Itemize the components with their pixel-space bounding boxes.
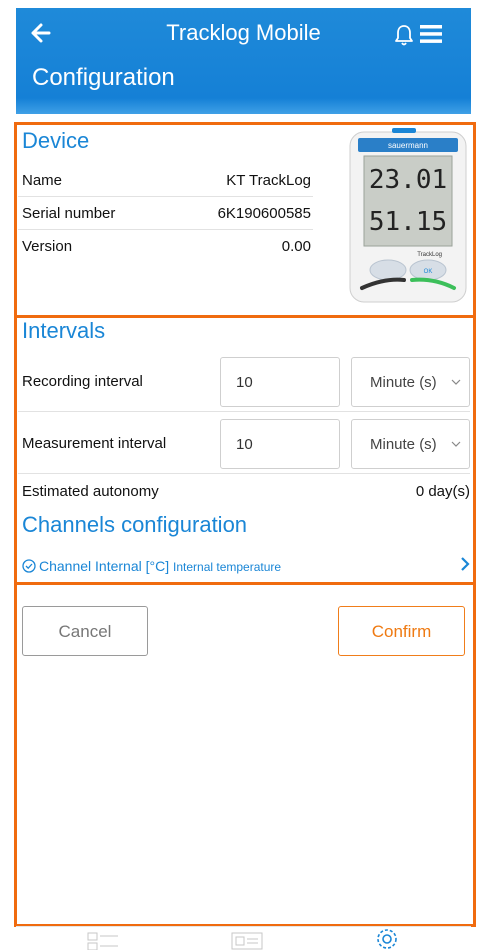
estimated-autonomy-label: Estimated autonomy <box>22 483 159 500</box>
device-name-value: KT TrackLog <box>226 172 311 189</box>
confirm-button[interactable]: Confirm <box>338 606 465 656</box>
version-label: Version <box>22 238 73 255</box>
device-image: sauermann 23.01 51.15 TrackLog OK <box>349 128 467 303</box>
measurement-unit-value: Minute (s) <box>370 436 437 453</box>
serial-number-value: 6K190600585 <box>217 205 311 222</box>
app-header: Tracklog Mobile Configuration <box>16 8 471 114</box>
device-name-label: Name <box>22 172 63 189</box>
measurement-interval-label: Measurement interval <box>22 435 167 452</box>
estimated-autonomy-value: 0 day(s) <box>415 483 470 500</box>
device-brand-text: sauermann <box>388 141 428 150</box>
page-title: Configuration <box>32 64 175 91</box>
cancel-button[interactable]: Cancel <box>22 606 148 656</box>
row-divider <box>18 196 313 197</box>
check-circle-icon <box>22 559 36 573</box>
measurement-interval-input[interactable]: 10 <box>220 419 340 469</box>
device-display-top: 23.01 <box>369 165 447 195</box>
recording-interval-label: Recording interval <box>22 373 143 390</box>
settings-icon[interactable] <box>370 925 404 949</box>
hamburger-menu-icon[interactable] <box>419 24 443 44</box>
list-icon[interactable] <box>86 929 120 950</box>
channel-label: Channel Internal [°C] <box>39 558 170 574</box>
measurement-interval-unit-select[interactable]: Minute (s) <box>351 419 470 469</box>
chevron-right-icon[interactable] <box>460 556 470 572</box>
bottom-tab-bar <box>16 926 471 950</box>
device-model-text: TrackLog <box>417 252 442 258</box>
row-divider <box>18 229 313 230</box>
chevron-down-icon <box>451 441 461 447</box>
device-section-title: Device <box>22 128 90 153</box>
row-divider <box>18 411 470 412</box>
channel-item[interactable]: Channel Internal [°C] Internal temperatu… <box>22 558 281 574</box>
chevron-down-icon <box>451 379 461 385</box>
recording-interval-input[interactable]: 10 <box>220 357 340 407</box>
recording-unit-value: Minute (s) <box>370 374 437 391</box>
device-display-bottom: 51.15 <box>369 207 447 237</box>
intervals-section-title: Intervals <box>22 318 106 343</box>
version-value: 0.00 <box>281 238 311 255</box>
serial-number-label: Serial number <box>22 205 116 222</box>
channel-description: Internal temperature <box>173 560 282 574</box>
channels-section-title: Channels configuration <box>22 512 248 537</box>
row-divider <box>18 473 470 474</box>
recording-interval-unit-select[interactable]: Minute (s) <box>351 357 470 407</box>
bell-icon[interactable] <box>394 24 414 46</box>
device-ok-text: OK <box>424 269 433 275</box>
card-icon[interactable] <box>230 929 264 950</box>
